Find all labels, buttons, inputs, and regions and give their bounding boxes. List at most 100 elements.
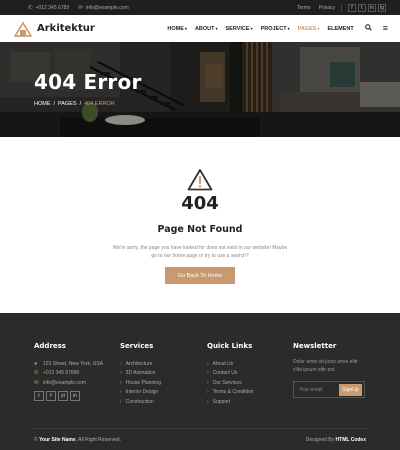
chevron-right-icon: ›	[120, 379, 122, 386]
footer-quick-link-label: Our Services	[212, 379, 242, 386]
topbar: ✆ +012 345 6789 ✉ info@example.com Terms…	[0, 0, 400, 15]
topbar-phone[interactable]: ✆ +012 345 6789	[28, 5, 69, 11]
footer-phone-line[interactable]: ✆ +012 345 67890	[34, 369, 103, 379]
footer-quick-link[interactable]: › Our Services	[207, 378, 254, 388]
chevron-right-icon: ›	[207, 398, 209, 405]
twitter-icon[interactable]: t	[358, 3, 366, 12]
topbar-phone-text: +012 345 6789	[35, 4, 70, 11]
hamburger-menu-icon[interactable]: ≡	[383, 24, 388, 33]
chevron-right-icon: ›	[207, 389, 209, 396]
footer-service-label: Interior Design	[125, 389, 159, 396]
footer-service-link[interactable]: › 3D Animation	[120, 369, 161, 379]
footer-quick-link-label: Contact Us	[212, 370, 238, 377]
terms-link[interactable]: Terms	[297, 5, 311, 11]
footer-divider	[34, 428, 366, 429]
footer-newsletter-column: Newsletter Dolor amet sit justo amet eli…	[293, 342, 365, 398]
chevron-right-icon: ›	[207, 379, 209, 386]
footer-address-text: 123 Street, New York, USA	[43, 360, 104, 367]
chevron-right-icon: ›	[207, 370, 209, 377]
instagram-icon[interactable]: ig	[378, 3, 386, 12]
rights-text: , All Right Reserved.	[75, 437, 121, 443]
main-nav: HOME▾ ABOUT▾ SERVICE▾ PROJECT▾ PAGES▾ EL…	[159, 24, 388, 33]
chevron-down-icon: ▾	[215, 25, 218, 31]
linkedin-icon[interactable]: in	[368, 3, 376, 12]
page-header-hero: 404 Error HOME / PAGES / 404 ERROR	[0, 42, 400, 137]
footer-service-label: Construction	[125, 398, 154, 405]
page-title: 404 Error	[34, 70, 142, 94]
nav-item-home[interactable]: HOME▾	[167, 26, 187, 32]
nav-item-about[interactable]: ABOUT▾	[195, 26, 218, 32]
newsletter-form: SignUp	[293, 381, 365, 398]
footer-address-heading: Address	[34, 342, 66, 350]
topbar-divider	[341, 3, 342, 12]
newsletter-signup-button[interactable]: SignUp	[339, 383, 362, 396]
nav-item-project-label: PROJECT	[260, 25, 287, 32]
footer-service-link[interactable]: › Interior Design	[120, 388, 161, 398]
footer-service-link[interactable]: › Architecture	[120, 359, 161, 369]
error-title: Page Not Found	[157, 224, 243, 235]
footer-newsletter-heading: Newsletter	[293, 342, 337, 350]
footer-quick-link-label: About Us	[212, 360, 234, 367]
footer-service-link[interactable]: › House Planning	[120, 378, 161, 388]
go-back-home-button[interactable]: Go Back To Home	[165, 267, 235, 284]
footer-address-column: Address ● 123 Street, New York, USA ✆ +0…	[34, 342, 103, 401]
footer-email-line[interactable]: ✉ info@example.com	[34, 378, 103, 388]
chevron-down-icon: ▾	[250, 25, 253, 31]
chevron-down-icon: ▾	[184, 25, 187, 31]
footer-quick-link[interactable]: › Terms & Condition	[207, 388, 254, 398]
footer-phone-text: +012 345 67890	[43, 370, 80, 377]
copyright: © Your Site Name, All Right Reserved.	[34, 437, 121, 443]
newsletter-email-input[interactable]	[299, 386, 339, 393]
chevron-right-icon: ›	[120, 398, 122, 405]
privacy-link[interactable]: Privacy	[319, 5, 335, 11]
footer-quick-link[interactable]: › Support	[207, 397, 254, 407]
footer-quick-links-column: Quick Links › About Us › Contact Us › Our S…	[207, 342, 254, 407]
topbar-email[interactable]: ✉ info@example.com	[78, 5, 128, 11]
nav-item-service-label: SERVICE	[225, 25, 250, 32]
facebook-icon[interactable]: f	[46, 390, 56, 401]
chevron-right-icon: ›	[120, 360, 122, 367]
topbar-right: Terms Privacy f t in ig	[289, 3, 386, 12]
linkedin-icon[interactable]: in	[70, 390, 80, 401]
footer-services-column: Services › Architecture › 3D Animation › Ho…	[120, 342, 161, 407]
site-name-link[interactable]: Your Site Name	[39, 437, 76, 443]
navbar: Arkitektur HOME▾ ABOUT▾ SERVICE▾ PROJECT…	[0, 15, 400, 42]
nav-item-element[interactable]: ELEMENT	[327, 26, 353, 32]
breadcrumb: HOME / PAGES / 404 ERROR	[34, 101, 115, 107]
nav-item-project[interactable]: PROJECT▾	[261, 26, 290, 32]
nav-item-pages[interactable]: PAGES▾	[298, 26, 320, 32]
error-code: 404	[181, 193, 219, 214]
warning-triangle-icon	[187, 169, 213, 191]
chevron-right-icon: ›	[207, 360, 209, 367]
topbar-email-text: info@example.com	[85, 4, 129, 11]
designed-by-label: Designed By	[305, 437, 336, 443]
footer-social-links: t f yt in	[34, 390, 103, 401]
logo-building-icon	[14, 20, 32, 37]
breadcrumb-pages[interactable]: PAGES	[58, 101, 77, 107]
logo[interactable]: Arkitektur	[14, 20, 95, 38]
nav-item-pages-label: PAGES	[297, 25, 317, 32]
breadcrumb-home[interactable]: HOME	[34, 101, 51, 107]
chevron-right-icon: ›	[120, 389, 122, 396]
topbar-contacts: ✆ +012 345 6789 ✉ info@example.com	[28, 5, 138, 11]
facebook-icon[interactable]: f	[348, 3, 356, 12]
footer-quick-link[interactable]: › About Us	[207, 359, 254, 369]
footer-service-label: House Planning	[125, 379, 161, 386]
breadcrumb-separator: /	[53, 101, 56, 107]
search-icon[interactable]	[364, 24, 372, 33]
brand-name: Arkitektur	[37, 23, 95, 34]
error-section: 404 Page Not Found We're sorry, the page…	[0, 137, 400, 313]
nav-item-service[interactable]: SERVICE▾	[226, 26, 253, 32]
footer-service-label: Architecture	[125, 360, 153, 367]
youtube-icon[interactable]: yt	[58, 390, 68, 401]
footer-quick-link[interactable]: › Contact Us	[207, 369, 254, 379]
footer-service-link[interactable]: › Construction	[120, 397, 161, 407]
footer-service-label: 3D Animation	[125, 370, 156, 377]
designed-by: Designed By HTML Codex	[306, 437, 366, 443]
footer-quick-link-label: Support	[212, 398, 231, 405]
designer-link[interactable]: HTML Codex	[336, 437, 366, 443]
phone-icon: ✆	[34, 370, 39, 377]
twitter-icon[interactable]: t	[34, 390, 44, 401]
footer-services-heading: Services	[120, 342, 154, 350]
newsletter-description: Dolor amet sit justo amet elitr clita ip…	[293, 359, 358, 373]
